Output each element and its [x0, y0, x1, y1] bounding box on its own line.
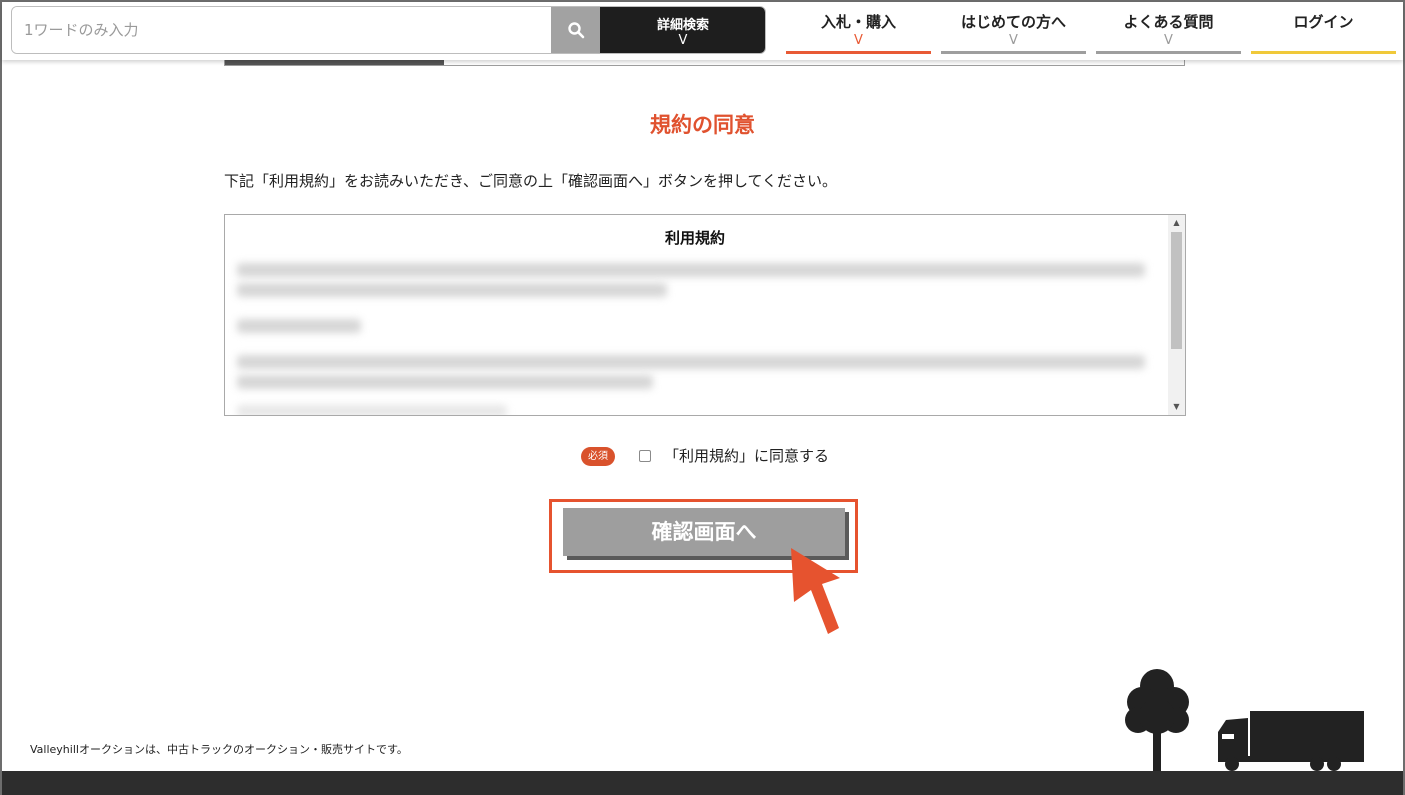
nav-underline — [786, 51, 931, 54]
nav-underline — [1251, 51, 1396, 54]
tree-and-truck-silhouette — [1125, 669, 1364, 772]
search-box: 詳細検索 V — [11, 6, 766, 54]
scroll-up-icon[interactable]: ▲ — [1168, 215, 1185, 231]
agree-checkbox[interactable] — [639, 450, 651, 462]
terms-title: 利用規約 — [664, 229, 725, 247]
chevron-down-icon: V — [854, 33, 863, 48]
instruction-text: 下記「利用規約」をお読みいただき、ご同意の上「確認画面へ」ボタンを押してください… — [224, 172, 838, 190]
site-header: 詳細検索 V 入札・購入 V はじめての方へ V よくある質問 V ログイン — [2, 2, 1403, 60]
tree-icon — [1125, 669, 1189, 772]
nav-item-label: はじめての方へ — [960, 13, 1066, 31]
blurred-text-line — [237, 283, 667, 297]
blurred-text-line — [237, 263, 1145, 277]
advanced-search-button[interactable]: 詳細検索 V — [600, 7, 765, 53]
nav-item-bid-purchase[interactable]: 入札・購入 V — [786, 2, 931, 54]
search-icon — [567, 22, 584, 39]
chevron-down-icon: V — [1009, 33, 1018, 48]
blurred-text-line — [237, 355, 1145, 369]
search-button[interactable] — [551, 7, 600, 53]
agree-label[interactable]: 「利用規約」に同意する — [664, 445, 829, 466]
blurred-text-line — [237, 375, 653, 389]
nav-item-label: よくある質問 — [1123, 13, 1214, 31]
nav-item-faq[interactable]: よくある質問 V — [1096, 2, 1241, 54]
nav-item-beginners[interactable]: はじめての方へ V — [941, 2, 1086, 54]
scroll-down-icon[interactable]: ▼ — [1168, 399, 1185, 415]
terms-scrollbar[interactable]: ▲ ▼ — [1168, 215, 1185, 415]
search-input[interactable] — [12, 7, 551, 53]
blurred-text-line — [237, 405, 507, 415]
nav-item-label: 入札・購入 — [820, 13, 896, 31]
pointer-arrow-icon — [791, 548, 840, 634]
footer-text: Valleyhillオークションは、中古トラックのオークション・販売サイトです。 — [30, 743, 408, 756]
scroll-thumb[interactable] — [1171, 232, 1182, 349]
blurred-text-line — [237, 319, 361, 333]
nav-item-login[interactable]: ログイン — [1251, 2, 1396, 54]
nav-item-label: ログイン — [1293, 13, 1354, 31]
chevron-down-icon: V — [678, 33, 688, 48]
required-badge: 必須 — [581, 447, 615, 466]
nav-underline — [1096, 51, 1241, 54]
truck-icon — [1218, 711, 1364, 771]
chevron-down-icon: V — [1164, 33, 1173, 48]
terms-scroll-box[interactable]: 利用規約 ▲ ▼ — [224, 214, 1186, 416]
footer-bar — [2, 771, 1403, 795]
nav-underline — [941, 51, 1086, 54]
advanced-search-label: 詳細検索 — [656, 18, 709, 33]
page-title: 規約の同意 — [650, 113, 755, 137]
